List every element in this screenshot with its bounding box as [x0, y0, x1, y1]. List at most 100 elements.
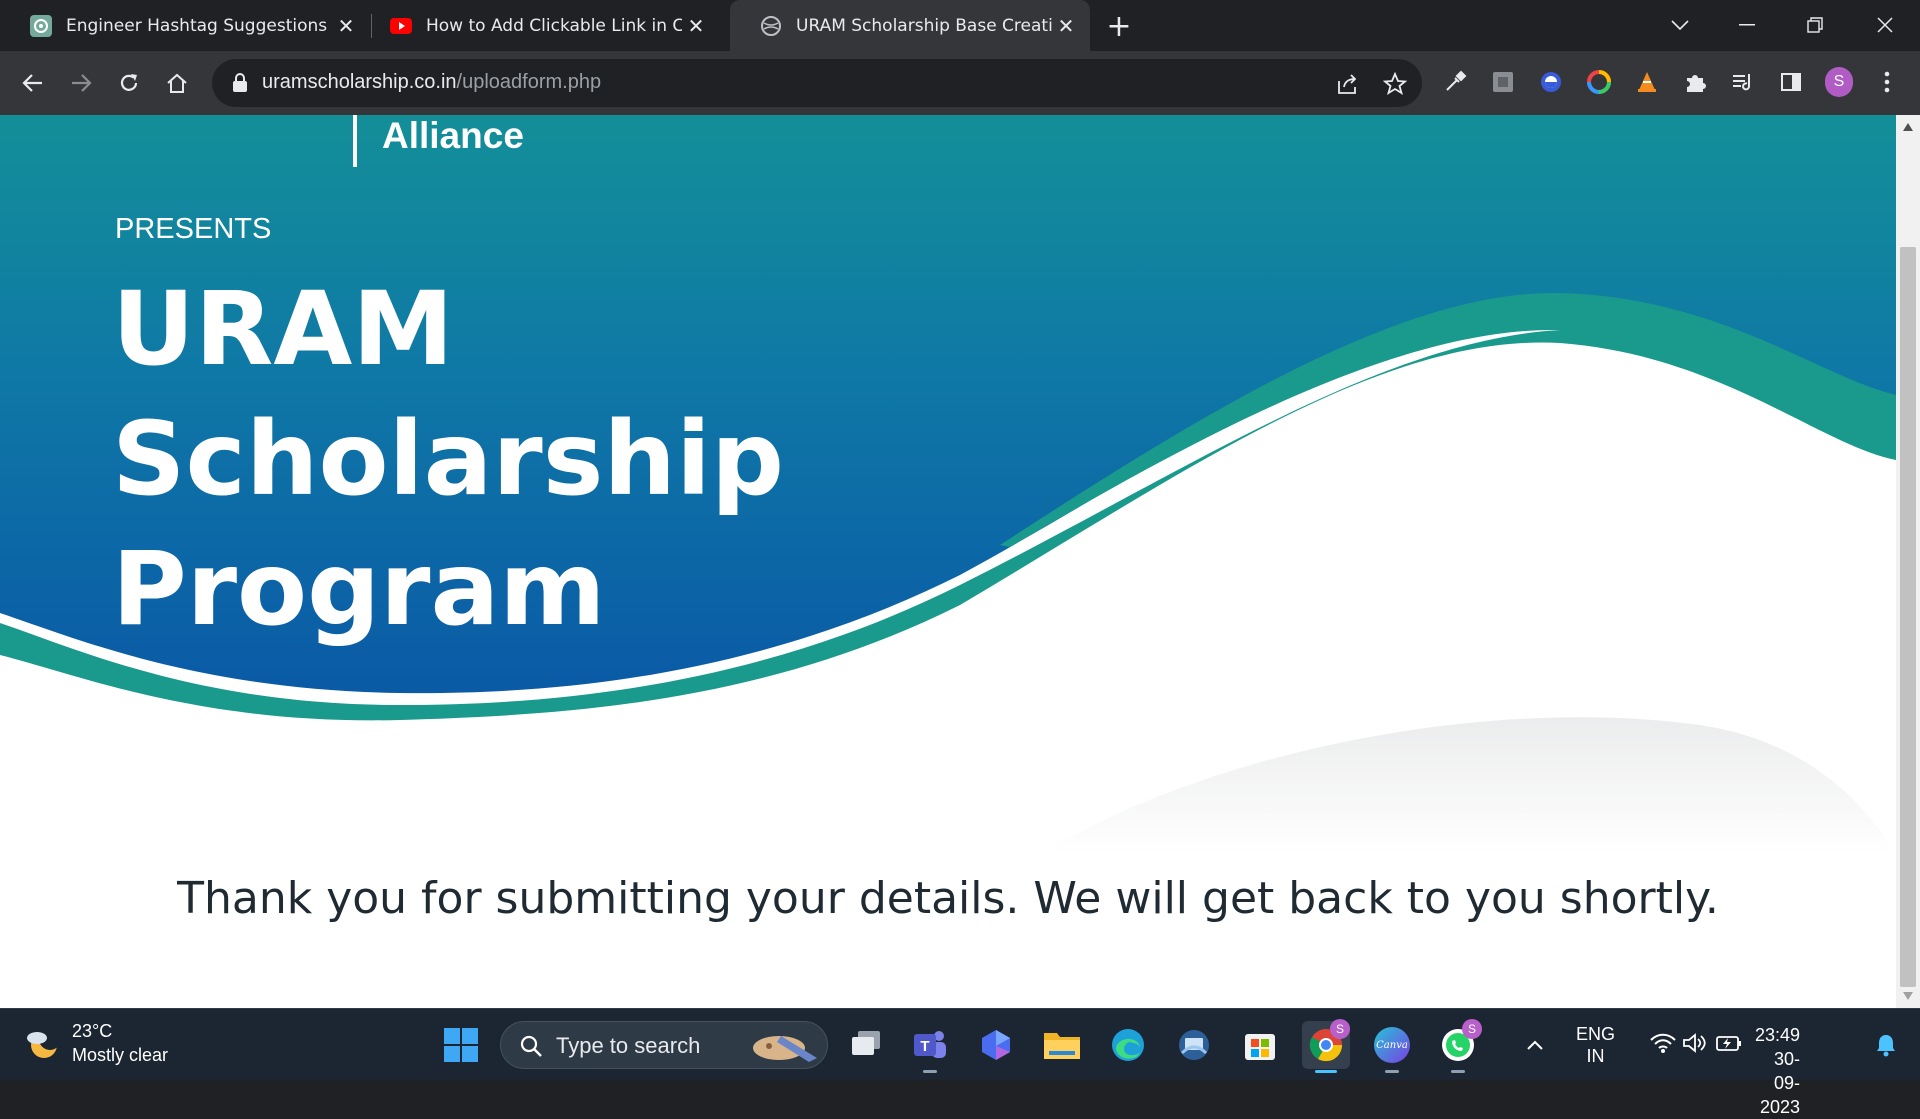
extension-blue-circle-icon[interactable]: [1537, 68, 1565, 96]
youtube-icon: [390, 17, 412, 34]
taskbar-search-box[interactable]: Type to search: [500, 1021, 828, 1069]
moon-cloud-icon: [27, 1028, 60, 1058]
remote-desktop-app[interactable]: [1170, 1021, 1218, 1069]
extension-grey-icon[interactable]: [1489, 68, 1517, 96]
canva-app[interactable]: Canva: [1368, 1021, 1416, 1073]
canva-icon: Canva: [1374, 1027, 1410, 1063]
new-tab-button[interactable]: +: [1103, 9, 1135, 44]
edge-app[interactable]: [1104, 1021, 1152, 1069]
reload-icon[interactable]: [113, 67, 145, 99]
page-title: URAM Scholarship Program: [112, 265, 784, 655]
profile-avatar[interactable]: S: [1825, 67, 1853, 97]
side-panel-icon[interactable]: [1777, 68, 1805, 96]
url-text: uramscholarship.co.in/uploadform.php: [262, 71, 601, 94]
task-view-button[interactable]: [842, 1021, 890, 1069]
browser-toolbar: uramscholarship.co.in/uploadform.php S: [0, 51, 1920, 115]
remote-desktop-icon: [1179, 1030, 1209, 1060]
close-icon[interactable]: ✕: [1052, 12, 1080, 40]
teams-app[interactable]: T: [906, 1021, 954, 1073]
search-placeholder: Type to search: [556, 1033, 701, 1058]
url-path: /uploadform.php: [456, 71, 602, 93]
bookmark-star-icon[interactable]: [1382, 71, 1408, 97]
chrome-menu-icon[interactable]: [1873, 68, 1901, 96]
file-explorer-app[interactable]: [1038, 1021, 1086, 1069]
forward-icon[interactable]: [65, 67, 97, 99]
app-running-indicator: [923, 1070, 937, 1073]
restore-icon[interactable]: [1795, 8, 1835, 42]
copilot-app[interactable]: [972, 1021, 1020, 1069]
brand-divider: [353, 115, 357, 167]
microsoft-store-app[interactable]: [1236, 1021, 1284, 1069]
close-icon[interactable]: ✕: [682, 12, 710, 40]
windows-taskbar: 23°C Mostly clear Type to search T S Can…: [0, 1008, 1920, 1117]
clock-time: 23:49: [1755, 1025, 1801, 1045]
chrome-app[interactable]: S: [1302, 1019, 1350, 1073]
url-host: uramscholarship.co.in: [262, 71, 457, 93]
tab-search-chevron-icon[interactable]: [1660, 8, 1700, 42]
title-line-uram: URAM: [112, 270, 454, 389]
whatsapp-badge: S: [1462, 1019, 1482, 1039]
show-hidden-icons-chevron-icon[interactable]: [1520, 1031, 1550, 1059]
lang-secondary: IN: [1586, 1046, 1605, 1066]
title-line-scholarship: Scholarship: [112, 400, 785, 519]
extensions-puzzle-icon[interactable]: [1681, 68, 1709, 96]
search-icon: [520, 1035, 542, 1057]
address-bar[interactable]: uramscholarship.co.in/uploadform.php: [212, 59, 1422, 107]
svg-text:T: T: [920, 1038, 929, 1055]
clock-date: 30-09-2023: [1760, 1049, 1801, 1117]
app-running-indicator: [1385, 1070, 1399, 1073]
windows-logo-icon: [444, 1028, 478, 1062]
media-queue-icon[interactable]: [1729, 68, 1757, 96]
presents-label: PRESENTS: [115, 213, 272, 245]
clock[interactable]: 23:49 30-09-2023: [1755, 1023, 1800, 1119]
wifi-icon[interactable]: [1650, 1033, 1676, 1053]
battery-charging-icon[interactable]: [1716, 1033, 1742, 1053]
thank-you-message: Thank you for submitting your details. W…: [177, 873, 1719, 924]
app-running-indicator: [1451, 1070, 1465, 1073]
lock-icon[interactable]: [232, 73, 248, 93]
tab-youtube-canva[interactable]: How to Add Clickable Link in Canva ✕: [360, 0, 720, 51]
app-active-indicator: [1315, 1070, 1337, 1073]
scrollbar-thumb[interactable]: [1900, 247, 1916, 987]
teams-icon: T: [914, 1031, 946, 1058]
store-icon: [1245, 1034, 1275, 1060]
scroll-up-arrow-icon[interactable]: [1896, 115, 1920, 139]
notification-bell-icon[interactable]: [1875, 1033, 1897, 1057]
tab-title: URAM Scholarship Base Creative: [796, 15, 1052, 36]
title-line-program: Program: [112, 530, 606, 649]
close-window-icon[interactable]: [1865, 8, 1905, 42]
eyedropper-extension-icon[interactable]: [1441, 68, 1469, 96]
share-icon[interactable]: [1334, 71, 1360, 97]
search-highlight-art-icon: [753, 1036, 817, 1062]
weather-desc: Mostly clear: [72, 1045, 169, 1065]
language-indicator[interactable]: ENG IN: [1576, 1023, 1615, 1067]
scroll-down-arrow-icon[interactable]: [1896, 984, 1920, 1008]
page-viewport: ​ Alliance PRESENTS URAM Scholarship Pro…: [0, 115, 1896, 1008]
vlc-cone-icon[interactable]: [1633, 68, 1661, 96]
close-icon[interactable]: ✕: [332, 12, 360, 40]
home-icon[interactable]: [161, 67, 193, 99]
globe-icon: [761, 15, 781, 36]
tab-title: Engineer Hashtag Suggestions: [66, 15, 328, 36]
edge-icon: [1112, 1029, 1144, 1061]
weather-widget[interactable]: 23°C Mostly clear: [24, 1019, 168, 1067]
task-view-icon: [852, 1031, 880, 1055]
weather-text: 23°C Mostly clear: [72, 1019, 168, 1067]
brand-alliance-text: Alliance: [382, 115, 524, 156]
profile-initial: S: [1825, 67, 1853, 97]
chrome-profile-badge: S: [1330, 1019, 1350, 1039]
back-icon[interactable]: [17, 67, 49, 99]
tab-title: How to Add Clickable Link in Canva: [426, 15, 682, 36]
volume-icon[interactable]: [1682, 1033, 1708, 1053]
tab-strip: Engineer Hashtag Suggestions ✕ How to Ad…: [0, 0, 1920, 51]
copilot-icon: [982, 1030, 1010, 1060]
whatsapp-app[interactable]: S: [1434, 1019, 1482, 1073]
chatgpt-icon: [30, 14, 52, 37]
tab-engineer-hashtag[interactable]: Engineer Hashtag Suggestions ✕: [0, 0, 370, 51]
start-button[interactable]: [437, 1021, 485, 1069]
minimize-icon[interactable]: [1727, 8, 1767, 42]
page-scrollbar[interactable]: [1896, 115, 1920, 1008]
tab-uram-scholarship[interactable]: URAM Scholarship Base Creative ✕: [730, 0, 1090, 51]
color-wheel-extension-icon[interactable]: [1585, 68, 1613, 96]
folder-icon: [1044, 1033, 1080, 1059]
